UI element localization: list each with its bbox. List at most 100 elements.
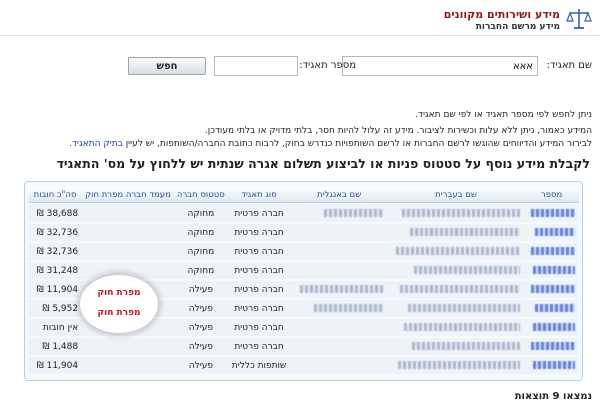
info-line-disclaimer: המידע כאמור, ניתן ללא עלות וכשירות לציבו… — [204, 126, 592, 136]
violator-cell — [82, 338, 174, 355]
redacted-number — [531, 342, 575, 350]
company-status-cell: פעילה — [173, 319, 228, 336]
company-file-link[interactable]: בתיק התאגיד. — [69, 139, 123, 149]
company-number-input[interactable] — [214, 56, 298, 76]
redacted-hebrew-name — [410, 228, 521, 236]
company-number-label: מספר תאגיד: — [299, 60, 356, 71]
english-name-cell — [290, 262, 388, 279]
violator-cell — [82, 243, 174, 260]
hebrew-name-cell — [387, 224, 525, 241]
total-debt-cell: 32,736 ₪ — [28, 243, 83, 260]
violator-highlight-text: מפרת חוק — [97, 288, 141, 298]
redacted-hebrew-name — [396, 247, 521, 255]
redacted-number — [535, 228, 575, 236]
company-number-link[interactable] — [524, 319, 579, 336]
total-debt-cell: 38,688 ₪ — [28, 205, 83, 222]
company-status-cell: מחוקה — [173, 205, 228, 222]
company-number-link[interactable] — [524, 300, 579, 317]
company-number-link[interactable] — [524, 338, 579, 355]
redacted-number — [533, 266, 575, 274]
company-status-cell: פעילה — [173, 300, 228, 317]
redacted-hebrew-name — [414, 266, 521, 274]
redacted-number — [531, 285, 575, 293]
company-status-cell: פעילה — [173, 281, 228, 298]
search-form: שם תאגיד: מספר תאגיד: חפש — [0, 56, 600, 78]
company-name-label: שם תאגיד: — [546, 60, 592, 71]
company-name-input[interactable] — [342, 56, 538, 76]
hebrew-name-cell — [387, 205, 525, 222]
total-debt-cell: 5,952 ₪ — [28, 300, 83, 317]
english-name-cell — [290, 357, 388, 374]
scales-icon — [566, 9, 592, 29]
company-type-cell: חברה פרטית — [227, 281, 291, 298]
table-row[interactable]: שותפות כללית פעילה 11,904 ₪ — [28, 357, 579, 374]
company-status-cell: פעילה — [173, 357, 228, 374]
english-name-cell — [290, 224, 388, 241]
hebrew-name-cell — [387, 262, 525, 279]
hebrew-name-cell — [387, 319, 525, 336]
search-button[interactable]: חפש — [128, 57, 206, 75]
hebrew-name-cell — [387, 357, 525, 374]
company-number-link[interactable] — [524, 205, 579, 222]
table-header-row: מספר שם בעברית שם באנגלית סוג תאגיד סטטו… — [28, 187, 579, 203]
redacted-number — [531, 209, 575, 217]
info-line-inquiry: לבירור המידע והדיווחים שהוגשו לרשם החברו… — [69, 139, 592, 149]
company-type-cell: חברה פרטית — [227, 319, 291, 336]
company-type-cell: חברה פרטית — [227, 224, 291, 241]
header-hebrew-name[interactable]: שם בעברית — [387, 187, 525, 203]
redacted-english-name — [323, 209, 384, 217]
company-type-cell: חברה פרטית — [227, 300, 291, 317]
header-violator-status[interactable]: מעמד חברה מפרת חוק — [82, 187, 174, 203]
company-status-cell: מחוקה — [173, 243, 228, 260]
total-debt-cell: 1,488 ₪ — [28, 338, 83, 355]
company-type-cell: שותפות כללית — [227, 357, 291, 374]
english-name-cell — [290, 281, 388, 298]
company-number-link[interactable] — [524, 243, 579, 260]
info-line-search: ניתן לחפש לפי מספר תאגיד או לפי שם תאגיד… — [415, 110, 592, 120]
redacted-hebrew-name — [400, 285, 521, 293]
section-title: לקבלת מידע נוסף על סטטוס פניות או לביצוע… — [56, 156, 590, 171]
redacted-number — [535, 304, 575, 312]
header-company-type[interactable]: סוג תאגיד — [227, 187, 291, 203]
violator-highlight-text: מפרת חוק — [97, 308, 141, 318]
redacted-hebrew-name — [398, 361, 521, 369]
total-debt-cell: אין חובות — [28, 319, 83, 336]
info-line-inquiry-text: לבירור המידע והדיווחים שהוגשו לרשם החברו… — [122, 139, 592, 149]
violator-highlight-circle — [80, 275, 158, 333]
english-name-cell — [290, 300, 388, 317]
english-name-cell — [290, 338, 388, 355]
company-status-cell: מחוקה — [173, 224, 228, 241]
total-debt-cell: 11,904 ₪ — [28, 357, 83, 374]
company-status-cell: מחוקה — [173, 262, 228, 279]
company-number-link[interactable] — [524, 262, 579, 279]
hebrew-name-cell — [387, 338, 525, 355]
english-name-cell — [290, 319, 388, 336]
company-number-link[interactable] — [524, 281, 579, 298]
total-debt-cell: 11,904 ₪ — [28, 281, 83, 298]
company-type-cell: חברה פרטית — [227, 205, 291, 222]
violator-cell — [82, 224, 174, 241]
header-english-name[interactable]: שם באנגלית — [290, 187, 388, 203]
company-status-cell: פעילה — [173, 338, 228, 355]
table-row[interactable]: חברה פרטית מחוקה 32,736 ₪ — [28, 243, 579, 260]
hebrew-name-cell — [387, 281, 525, 298]
violator-cell — [82, 205, 174, 222]
redacted-hebrew-name — [402, 209, 521, 217]
hebrew-name-cell — [387, 300, 525, 317]
redacted-hebrew-name — [412, 342, 521, 350]
company-type-cell: חברה פרטית — [227, 243, 291, 260]
header-number[interactable]: מספר — [524, 187, 579, 203]
header-company-status[interactable]: סטטוס חברה — [173, 187, 228, 203]
english-name-cell — [290, 243, 388, 260]
redacted-number — [533, 323, 575, 331]
header-total-debt[interactable]: סה"כ חובות — [28, 187, 83, 203]
violator-cell — [82, 357, 174, 374]
table-row[interactable]: חברה פרטית מחוקה 38,688 ₪ — [28, 205, 579, 222]
results-count: נמצאו 9 תוצאות — [514, 391, 592, 402]
company-number-link[interactable] — [524, 224, 579, 241]
site-subtitle: מידע מרשם החברות — [475, 22, 560, 32]
table-row[interactable]: חברה פרטית מחוקה 32,736 ₪ — [28, 224, 579, 241]
table-row[interactable]: חברה פרטית פעילה 1,488 ₪ — [28, 338, 579, 355]
company-number-link[interactable] — [524, 357, 579, 374]
company-type-cell: חברה פרטית — [227, 262, 291, 279]
